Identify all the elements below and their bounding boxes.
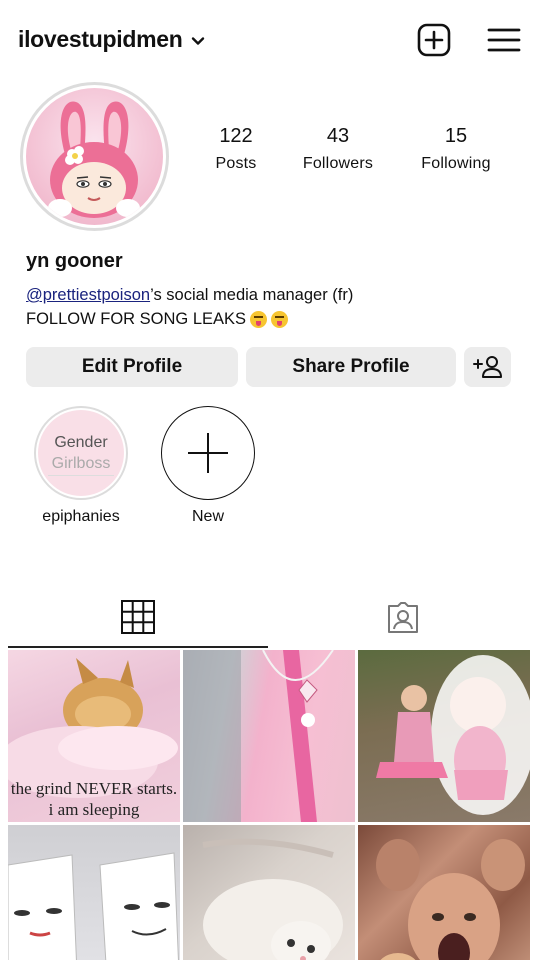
following-count[interactable]: 15 Following	[410, 124, 502, 174]
share-profile-button[interactable]: Share Profile	[246, 347, 456, 387]
username: ilovestupidmen	[18, 26, 183, 52]
bio-mention-link[interactable]: @prettiestpoison	[26, 286, 150, 304]
post-thumbnail[interactable]	[183, 650, 355, 822]
followers-count[interactable]: 43 Followers	[288, 124, 388, 174]
tab-tagged[interactable]	[272, 588, 534, 648]
chevron-down-icon	[191, 36, 204, 45]
tab-posts-grid[interactable]	[8, 588, 268, 648]
highlight-label: epiphanies	[42, 508, 120, 525]
followers-count-value: 43	[326, 125, 350, 147]
posts-count[interactable]: 122 Posts	[200, 124, 272, 174]
post-image	[202, 838, 343, 960]
posts-count-value: 122	[219, 125, 253, 147]
menu-button[interactable]	[486, 22, 522, 58]
tagged-icon	[388, 602, 418, 633]
post-caption: the grind NEVER starts. i am sleeping	[10, 779, 178, 819]
grid-icon	[121, 600, 155, 634]
profile-header: ilovestupidmen	[0, 0, 540, 80]
bio-line-1: @prettiestpoison’s social media manager …	[26, 286, 353, 305]
highlight-cover-text-2: Girlboss	[51, 455, 111, 472]
new-highlight-button[interactable]: New	[160, 406, 256, 526]
plus-icon	[188, 433, 228, 473]
post-thumbnail[interactable]	[358, 825, 530, 960]
post-image	[8, 852, 179, 960]
squinting-tongue-emoji-icon	[250, 311, 268, 328]
new-highlight-circle	[161, 406, 255, 500]
post-thumbnail[interactable]: the grind NEVER starts. i am sleeping	[8, 650, 180, 822]
post-thumbnail[interactable]	[358, 650, 530, 822]
following-count-value: 15	[444, 125, 468, 147]
account-switcher[interactable]: ilovestupidmen	[18, 26, 205, 53]
avatar-image	[26, 88, 163, 225]
highlight-cover: Gender Girlboss	[34, 406, 128, 500]
display-name: yn gooner	[26, 250, 123, 272]
post-thumbnail[interactable]	[8, 825, 180, 960]
profile-tabs	[0, 588, 540, 648]
post-image	[376, 655, 530, 815]
squinting-tongue-emoji-icon	[271, 311, 289, 328]
post-thumbnail[interactable]	[183, 825, 355, 960]
profile-avatar[interactable]	[20, 82, 169, 231]
highlight-cover-text-1: Gender	[54, 434, 108, 451]
bio-line-1-text: ’s social media manager (fr)	[150, 286, 354, 304]
post-image	[376, 839, 525, 960]
divider	[48, 475, 114, 476]
plus-square-icon	[417, 23, 451, 57]
hamburger-menu-icon	[487, 28, 521, 52]
edit-profile-button[interactable]: Edit Profile	[26, 347, 238, 387]
bio-line-2-text: FOLLOW FOR SONG LEAKS	[26, 310, 247, 328]
post-image	[183, 650, 334, 822]
profile-stats: 122 Posts 43 Followers 15 Following	[190, 124, 530, 184]
highlight-label: New	[191, 508, 224, 525]
new-post-button[interactable]	[416, 22, 452, 58]
highlight-cover-image: Gender Girlboss	[38, 410, 124, 496]
bio-line-2: FOLLOW FOR SONG LEAKS	[26, 310, 289, 329]
discover-people-button[interactable]	[464, 347, 511, 387]
highlight-epiphanies[interactable]: Gender Girlboss epiphanies	[32, 406, 130, 526]
add-user-icon	[472, 356, 502, 378]
posts-count-label: Posts	[215, 155, 257, 172]
followers-count-label: Followers	[302, 155, 374, 172]
following-count-label: Following	[421, 155, 491, 172]
